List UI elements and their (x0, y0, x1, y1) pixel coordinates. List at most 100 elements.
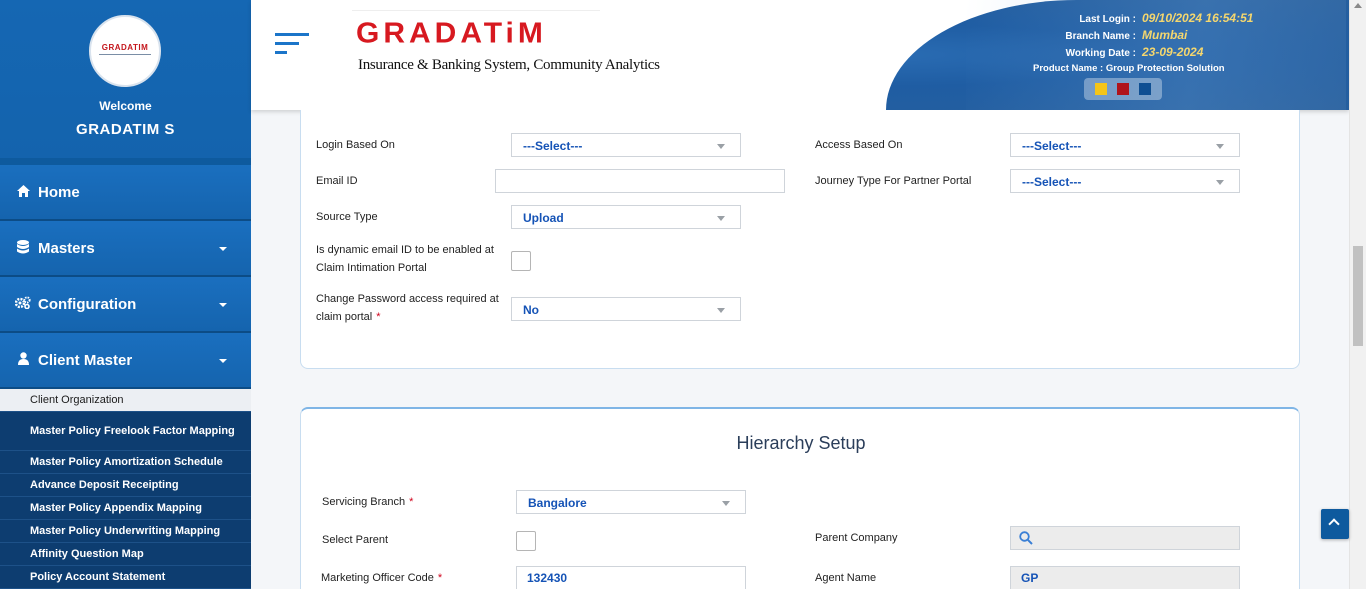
parent-company-label: Parent Company (815, 532, 898, 544)
submenu-amortization-schedule[interactable]: Master Policy Amortization Schedule (0, 451, 251, 474)
change-password-select[interactable]: No (511, 297, 741, 321)
last-login-value: 09/10/2024 16:54:51 (1142, 11, 1254, 25)
login-based-on-select[interactable]: ---Select--- (511, 133, 741, 157)
client-master-submenu: Client Organization Master Policy Freelo… (0, 389, 251, 589)
chevron-up-icon (1328, 518, 1340, 530)
page-scrollbar[interactable] (1349, 0, 1366, 589)
brand-logo: GRADATiM Insurance & Banking System, Com… (352, 10, 660, 82)
login-based-on-label: Login Based On (316, 139, 395, 151)
cogs-icon (14, 296, 32, 312)
required-marker: * (437, 572, 443, 584)
email-id-label: Email ID (316, 175, 358, 187)
brand-name: GRADATiM (356, 17, 547, 50)
journey-type-value: ---Select--- (1022, 175, 1082, 189)
product-name: Product Name : Group Protection Solution (1033, 63, 1225, 74)
top-header: GRADATiM Insurance & Banking System, Com… (251, 0, 1349, 110)
working-date: Working Date : 23-09-2024 (1036, 45, 1204, 59)
session-info-panel: Last Login : 09/10/2024 16:54:51 Branch N… (886, 0, 1349, 110)
nav-configuration[interactable]: Configuration (0, 277, 251, 333)
login-based-on-value: ---Select--- (523, 139, 583, 153)
submenu-underwriting-mapping[interactable]: Master Policy Underwriting Mapping (0, 520, 251, 543)
avatar-logo-line (99, 54, 151, 57)
avatar: GRADATIM (89, 15, 161, 87)
main-content: Login Based On ---Select--- Access Based… (251, 110, 1349, 589)
dynamic-email-label: Is dynamic email ID to be enabled at Cla… (316, 244, 494, 274)
section-title: Hierarchy Setup (736, 433, 866, 453)
branch-label: Branch Name : (1065, 31, 1136, 42)
chevron-down-icon (219, 359, 227, 363)
submenu-advance-deposit-receipting[interactable]: Advance Deposit Receipting (0, 474, 251, 497)
change-password-value: No (523, 303, 539, 317)
submenu-appendix-mapping[interactable]: Master Policy Appendix Mapping (0, 497, 251, 520)
dropdown-arrow-icon (717, 216, 725, 221)
database-icon (14, 239, 32, 257)
servicing-branch-value: Bangalore (528, 496, 587, 510)
avatar-logo: GRADATIM (101, 43, 149, 52)
dropdown-arrow-icon (717, 308, 725, 313)
journey-type-select[interactable]: ---Select--- (1010, 169, 1240, 193)
required-marker: * (409, 496, 414, 508)
theme-switcher (1084, 78, 1162, 100)
last-login-label: Last Login : (1079, 14, 1136, 25)
access-based-on-value: ---Select--- (1022, 139, 1082, 153)
theme-blue-swatch[interactable] (1139, 83, 1151, 95)
required-marker: * (376, 311, 381, 323)
journey-type-label: Journey Type For Partner Portal (815, 175, 972, 187)
dynamic-email-checkbox[interactable] (511, 251, 531, 271)
access-based-on-select[interactable]: ---Select--- (1010, 133, 1240, 157)
source-type-select[interactable]: Upload (511, 205, 741, 229)
agent-name-value: GP (1021, 571, 1039, 585)
dropdown-arrow-icon (722, 501, 730, 506)
brand-tagline: Insurance & Banking System, Community An… (358, 57, 660, 73)
access-based-on-label: Access Based On (815, 139, 903, 151)
branch-value: Mumbai (1142, 28, 1188, 42)
user-icon (14, 352, 32, 368)
working-date-label: Working Date : (1065, 48, 1136, 59)
branch-name: Branch Name : Mumbai (1036, 28, 1187, 42)
change-password-label-text: Change Password access required at claim… (316, 293, 499, 323)
marketing-officer-value: 132430 (527, 571, 568, 585)
servicing-branch-label: Servicing Branch * (322, 493, 413, 511)
chevron-down-icon (219, 247, 227, 251)
profile-panel: GRADATIM Welcome GRADATIM S (0, 0, 251, 158)
home-icon (14, 184, 32, 200)
sidebar: GRADATIM Welcome GRADATIM S Home Masters… (0, 0, 251, 589)
nav-client-master[interactable]: Client Master (0, 333, 251, 389)
username: GRADATIM S (76, 121, 175, 138)
scroll-up-icon[interactable] (1354, 3, 1362, 8)
dropdown-arrow-icon (1216, 144, 1224, 149)
theme-red-swatch[interactable] (1117, 83, 1129, 95)
nav-masters[interactable]: Masters (0, 221, 251, 277)
agent-name-input[interactable]: GP (1010, 566, 1240, 589)
welcome-text: Welcome (99, 99, 152, 113)
working-date-value: 23-09-2024 (1142, 45, 1204, 59)
servicing-branch-label-text: Servicing Branch (322, 496, 406, 508)
submenu-client-organization[interactable]: Client Organization (0, 389, 251, 412)
theme-yellow-swatch[interactable] (1095, 83, 1107, 95)
hierarchy-setup-panel: Hierarchy Setup Servicing Branch * Bangal… (300, 407, 1300, 589)
nav-masters-label: Masters (38, 239, 95, 257)
nav-configuration-label: Configuration (38, 295, 137, 313)
search-icon[interactable] (1019, 531, 1033, 545)
submenu-policy-account-statement[interactable]: Policy Account Statement (0, 566, 251, 589)
submenu-freelook-factor-mapping[interactable]: Master Policy Freelook Factor Mapping (0, 412, 251, 451)
chevron-down-icon (219, 303, 227, 307)
submenu-affinity-question-map[interactable]: Affinity Question Map (0, 543, 251, 566)
email-id-input[interactable] (495, 169, 785, 193)
menu-toggle-icon[interactable] (275, 33, 309, 59)
marketing-officer-label-text: Marketing Officer Code (321, 572, 434, 584)
select-parent-label: Select Parent (322, 534, 389, 546)
nav-home[interactable]: Home (0, 165, 251, 221)
change-password-label: Change Password access required at claim… (316, 290, 511, 326)
parent-company-input[interactable] (1010, 526, 1240, 550)
servicing-branch-select[interactable]: Bangalore (516, 490, 746, 514)
back-to-top-button[interactable] (1321, 509, 1349, 539)
dropdown-arrow-icon (717, 144, 725, 149)
agent-name-label: Agent Name (815, 572, 877, 584)
last-login: Last Login : 09/10/2024 16:54:51 (1036, 11, 1253, 25)
select-parent-checkbox[interactable] (516, 531, 536, 551)
nav-client-master-label: Client Master (38, 351, 133, 369)
scroll-thumb[interactable] (1353, 246, 1363, 346)
marketing-officer-input[interactable]: 132430 (516, 566, 746, 589)
client-settings-panel: Login Based On ---Select--- Access Based… (300, 110, 1300, 369)
